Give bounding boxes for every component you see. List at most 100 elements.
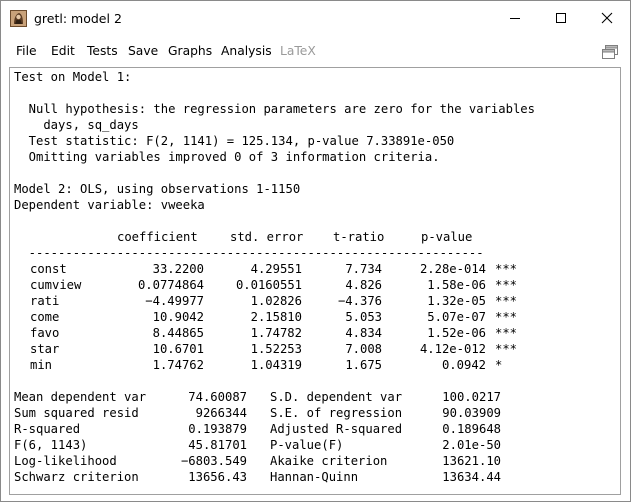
stat-label: S.D. dependent var — [270, 390, 403, 404]
coef-std-error: 4.29551 — [250, 262, 302, 276]
minimize-icon — [510, 18, 520, 19]
menu-save[interactable]: Save — [128, 44, 158, 58]
menu-tests[interactable]: Tests — [87, 44, 118, 58]
menu-graphs[interactable]: Graphs — [168, 44, 212, 58]
coef-t-ratio: 7.008 — [345, 342, 382, 356]
coef-var-name: come — [30, 310, 60, 324]
col-p-value: p-value — [421, 230, 473, 244]
coef-p-value: 4.12e-012 — [419, 342, 486, 356]
coef-value: 0.0774864 — [137, 278, 204, 292]
stat-value: 9266344 — [195, 406, 247, 420]
stat-label: Schwarz criterion — [14, 470, 139, 484]
stat-row: F(6, 1143) 45.81701 P-value(F) 2.01e-50 — [10, 437, 610, 453]
stat-label: Mean dependent var — [14, 390, 147, 404]
stat-value: 0.193879 — [188, 422, 247, 436]
coef-std-error: 1.52253 — [250, 342, 302, 356]
close-icon — [601, 12, 613, 24]
coef-var-name: cumview — [30, 278, 82, 292]
coef-t-ratio: 1.675 — [345, 358, 382, 372]
menu-edit[interactable]: Edit — [51, 44, 75, 58]
coef-p-value: 1.52e-06 — [427, 326, 486, 340]
coef-t-ratio: 4.826 — [345, 278, 382, 292]
coef-significance: *** — [495, 262, 518, 276]
stat-value: 13621.10 — [442, 454, 501, 468]
stat-value: −6803.549 — [180, 454, 247, 468]
stat-value: 90.03909 — [442, 406, 501, 420]
coef-p-value: 1.58e-06 — [427, 278, 486, 292]
stat-row: Sum squared resid 9266344 S.E. of regressi… — [10, 405, 610, 421]
col-std-error: std. error — [230, 230, 304, 244]
coef-t-ratio: −4.376 — [337, 294, 382, 308]
coef-var-name: favo — [30, 326, 60, 340]
coef-p-value: 1.32e-05 — [427, 294, 486, 308]
coef-value: −4.49977 — [145, 294, 204, 308]
coef-t-ratio: 5.053 — [345, 310, 382, 324]
coef-var-name: rati — [30, 294, 60, 308]
coefficient-row: rati −4.49977 1.02826 −4.376 1.32e-05 *** — [10, 293, 610, 309]
stat-label: S.E. of regression — [270, 406, 403, 420]
coef-p-value: 2.28e-014 — [419, 262, 486, 276]
coef-var-name: min — [30, 358, 53, 372]
coef-significance: *** — [495, 278, 518, 292]
stat-row: Log-likelihood −6803.549 Akaike criterion 1… — [10, 453, 610, 469]
stat-row: Mean dependent var 74.60087 S.D. dependent… — [10, 389, 610, 405]
omitting-note: Omitting variables improved 0 of 3 infor… — [14, 150, 440, 164]
coef-var-name: const — [30, 262, 67, 276]
menu-file[interactable]: File — [16, 44, 37, 58]
coef-p-value: 5.07e-07 — [427, 310, 486, 324]
col-t-ratio: t-ratio — [333, 230, 385, 244]
maximize-button[interactable] — [538, 1, 584, 35]
stat-value: 74.60087 — [188, 390, 247, 404]
stat-label: P-value(F) — [270, 438, 344, 452]
title-bar[interactable]: gretl: model 2 — [1, 1, 630, 37]
table-separator: ----------------------------------------… — [14, 246, 484, 260]
stat-label: Sum squared resid — [14, 406, 139, 420]
coefficient-row: come 10.9042 2.15810 5.053 5.07e-07 *** — [10, 309, 610, 325]
menu-bar: File Edit Tests Save Graphs Analysis LaT… — [1, 41, 630, 65]
coef-value: 10.6701 — [152, 342, 204, 356]
stat-value: 45.81701 — [188, 438, 247, 452]
null-hypothesis-line1: Null hypothesis: the regression paramete… — [14, 102, 535, 116]
gretl-app-icon — [10, 10, 27, 27]
coef-var-name: star — [30, 342, 60, 356]
dependent-variable: Dependent variable: vweeka — [14, 198, 205, 212]
model-header: Model 2: OLS, using observations 1-1150 — [14, 182, 301, 196]
coef-value: 1.74762 — [152, 358, 204, 372]
coef-value: 10.9042 — [152, 310, 204, 324]
coefficient-row: min 1.74762 1.04319 1.675 0.0942 * — [10, 357, 610, 373]
copy-window-icon[interactable] — [601, 44, 619, 60]
stat-label: F(6, 1143) — [14, 438, 88, 452]
minimize-button[interactable] — [492, 1, 538, 35]
coef-std-error: 1.04319 — [250, 358, 302, 372]
menu-latex: LaTeX — [280, 44, 316, 58]
model-output-text[interactable]: Test on Model 1: Null hypothesis: the re… — [9, 67, 621, 495]
gretl-model-window: gretl: model 2 File Edit Tests Save Grap… — [0, 0, 631, 502]
maximize-icon — [556, 13, 566, 23]
coef-p-value: 0.0942 — [441, 358, 486, 372]
coefficient-row: star 10.6701 1.52253 7.008 4.12e-012 *** — [10, 341, 610, 357]
stat-row: Schwarz criterion 13656.43 Hannan-Quinn 136… — [10, 469, 610, 485]
coef-significance: *** — [495, 310, 518, 324]
coef-std-error: 1.02826 — [250, 294, 302, 308]
coef-value: 33.2200 — [152, 262, 204, 276]
stat-label: Adjusted R-squared — [270, 422, 403, 436]
stat-value: 13656.43 — [188, 470, 247, 484]
stat-row: R-squared 0.193879 Adjusted R-squared 0.189… — [10, 421, 610, 437]
stat-label: Akaike criterion — [270, 454, 388, 468]
coef-t-ratio: 4.834 — [345, 326, 382, 340]
stat-label: Hannan-Quinn — [270, 470, 359, 484]
window-title: gretl: model 2 — [34, 11, 122, 26]
close-button[interactable] — [584, 1, 630, 35]
coef-significance: *** — [495, 294, 518, 308]
coefficient-row: cumview 0.0774864 0.0160551 4.826 1.58e-06 **… — [10, 277, 610, 293]
coefficient-row: favo 8.44865 1.74782 4.834 1.52e-06 *** — [10, 325, 610, 341]
menu-analysis[interactable]: Analysis — [221, 44, 272, 58]
stat-value: 0.189648 — [442, 422, 501, 436]
coef-t-ratio: 7.734 — [345, 262, 382, 276]
coef-std-error: 1.74782 — [250, 326, 302, 340]
test-statistic: Test statistic: F(2, 1141) = 125.134, p-… — [14, 134, 455, 148]
coef-std-error: 0.0160551 — [235, 278, 302, 292]
coef-value: 8.44865 — [152, 326, 204, 340]
stat-label: Log-likelihood — [14, 454, 117, 468]
coef-significance: *** — [495, 342, 518, 356]
